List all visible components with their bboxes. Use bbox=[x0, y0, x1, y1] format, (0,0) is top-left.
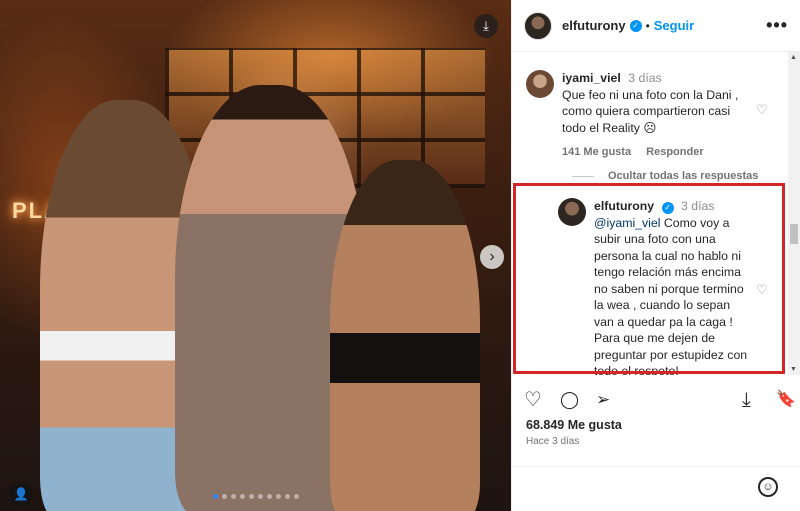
more-options-icon[interactable]: ••• bbox=[766, 15, 788, 36]
carousel-dot bbox=[294, 494, 299, 499]
tagged-users-icon[interactable]: 👤 bbox=[9, 482, 33, 506]
like-comment-icon[interactable]: ♡ bbox=[756, 102, 768, 118]
highlight-box bbox=[513, 183, 785, 374]
post-sidebar: elfuturony ✓ • Seguir ••• iyami_viel 3 d… bbox=[511, 0, 800, 511]
carousel-dot bbox=[276, 494, 281, 499]
post-header: elfuturony ✓ • Seguir ••• bbox=[512, 0, 800, 52]
emoji-icon[interactable]: ☺ bbox=[758, 477, 778, 497]
carousel-dots bbox=[213, 494, 299, 499]
likes-count[interactable]: 68.849 Me gusta bbox=[526, 418, 622, 432]
add-to-collection-icon[interactable]: ⤓ bbox=[742, 388, 751, 412]
share-icon[interactable]: ➢ bbox=[596, 388, 610, 412]
carousel-dot bbox=[231, 494, 236, 499]
follow-button[interactable]: Seguir bbox=[654, 18, 694, 33]
carousel-dot bbox=[222, 494, 227, 499]
add-comment-bar[interactable]: ☺ bbox=[512, 466, 800, 511]
comment-item: iyami_viel 3 días Que feo ni una foto co… bbox=[526, 70, 756, 161]
carousel-dot bbox=[240, 494, 245, 499]
carousel-dot bbox=[285, 494, 290, 499]
post-photo[interactable]: PLAY ⤓ › 👤 bbox=[0, 0, 511, 511]
comment-username[interactable]: iyami_viel bbox=[562, 71, 621, 85]
hide-replies-label: Ocultar todas las respuestas bbox=[608, 170, 759, 182]
download-icon[interactable]: ⤓ bbox=[474, 14, 498, 38]
scroll-up-icon[interactable]: ▲ bbox=[790, 54, 797, 61]
carousel-dot bbox=[267, 494, 272, 499]
author-avatar[interactable] bbox=[524, 11, 552, 40]
scrollbar-thumb[interactable] bbox=[790, 224, 798, 244]
reply-button[interactable]: Responder bbox=[646, 146, 703, 158]
comment-time: 3 días bbox=[628, 71, 662, 85]
scroll-down-icon[interactable]: ▼ bbox=[790, 366, 797, 373]
save-icon[interactable]: 🔖 bbox=[776, 388, 796, 412]
carousel-dot bbox=[213, 494, 218, 499]
like-icon[interactable]: ♡ bbox=[524, 388, 542, 412]
verified-icon: ✓ bbox=[629, 19, 642, 32]
post-time: Hace 3 días bbox=[526, 436, 580, 447]
comment-text: Que feo ni una foto con la Dani , como q… bbox=[562, 87, 739, 135]
commenter-avatar[interactable] bbox=[526, 70, 554, 98]
author-username[interactable]: elfuturony bbox=[562, 18, 626, 33]
separator: • bbox=[645, 18, 650, 33]
comment-body: iyami_viel 3 días Que feo ni una foto co… bbox=[562, 70, 756, 161]
carousel-dot bbox=[249, 494, 254, 499]
comments-scrollbar[interactable]: ▲ ▼ bbox=[788, 52, 800, 375]
hide-replies-button[interactable]: Ocultar todas las respuestas bbox=[572, 170, 758, 182]
comment-meta: 141 Me gusta Responder bbox=[562, 144, 756, 161]
comment-icon[interactable]: ◯ bbox=[560, 388, 579, 412]
next-photo-button[interactable]: › bbox=[480, 245, 504, 269]
person-right bbox=[330, 160, 480, 511]
carousel-dot bbox=[258, 494, 263, 499]
post-actions: ♡ ◯ ➢ ⤓ 🔖 bbox=[524, 388, 796, 414]
divider bbox=[572, 175, 594, 177]
comment-likes[interactable]: 141 Me gusta bbox=[562, 146, 631, 158]
